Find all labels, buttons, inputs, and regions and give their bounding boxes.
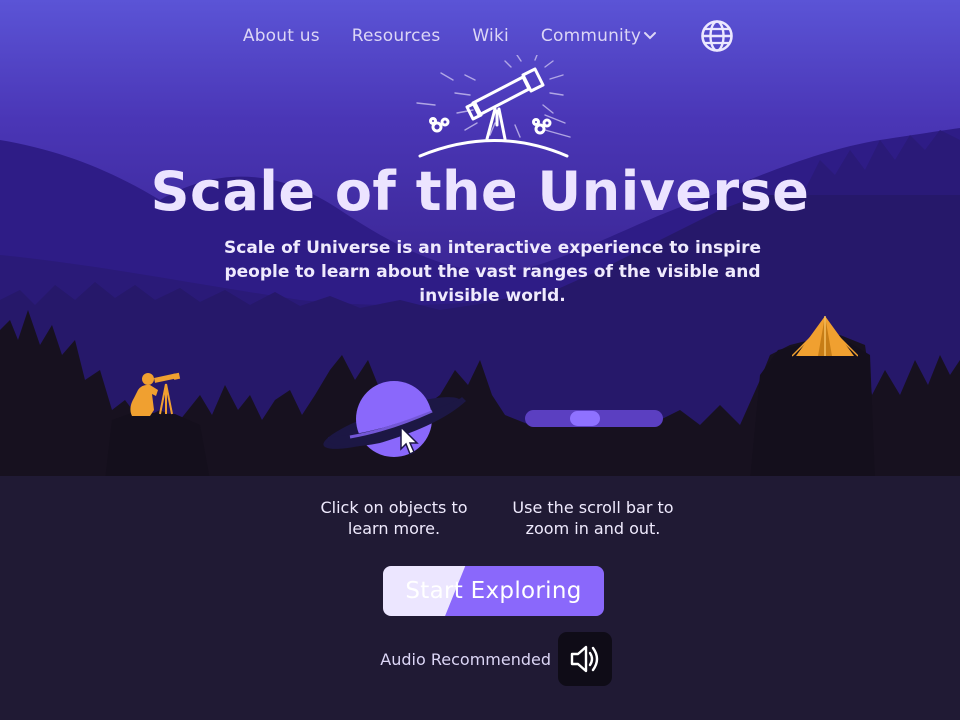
landing-page: About us Resources Wiki Community Scale … — [0, 0, 960, 720]
nav-community-dropdown[interactable]: Community — [525, 26, 673, 46]
page-title: Scale of the Universe — [150, 160, 810, 223]
nav-about-us-label: About us — [242, 26, 320, 46]
nav-resources-label: Resources — [351, 26, 441, 46]
audio-toggle-button[interactable] — [558, 632, 612, 686]
top-nav: About us Resources Wiki Community — [0, 20, 960, 52]
nav-community-label: Community — [540, 26, 642, 46]
tent-icon[interactable] — [792, 314, 858, 358]
planet-icon[interactable] — [320, 375, 470, 465]
start-exploring-button[interactable]: Start Exploring — [383, 566, 604, 616]
language-button[interactable] — [700, 19, 734, 53]
audio-recommended-label: Audio Recommended — [380, 650, 551, 669]
nav-resources[interactable]: Resources — [336, 26, 457, 46]
hint-scroll-bar: Use the scroll bar to zoom in and out. — [512, 498, 674, 538]
telescope-logo-icon — [416, 55, 571, 158]
globe-icon — [701, 20, 733, 52]
cursor-icon — [400, 425, 419, 456]
speaker-icon — [570, 645, 599, 673]
nav-wiki-label: Wiki — [472, 26, 509, 46]
nav-about-us[interactable]: About us — [227, 26, 336, 46]
zoom-slider-thumb[interactable] — [570, 411, 600, 426]
zoom-slider[interactable] — [525, 410, 663, 427]
tent-hill — [750, 343, 875, 480]
hint-click-objects: Click on objects to learn more. — [320, 498, 468, 538]
chevron-down-icon — [644, 32, 657, 40]
stargazer-icon[interactable] — [128, 370, 184, 420]
nav-wiki[interactable]: Wiki — [456, 26, 525, 46]
page-subtitle: Scale of Universe is an interactive expe… — [224, 238, 761, 306]
